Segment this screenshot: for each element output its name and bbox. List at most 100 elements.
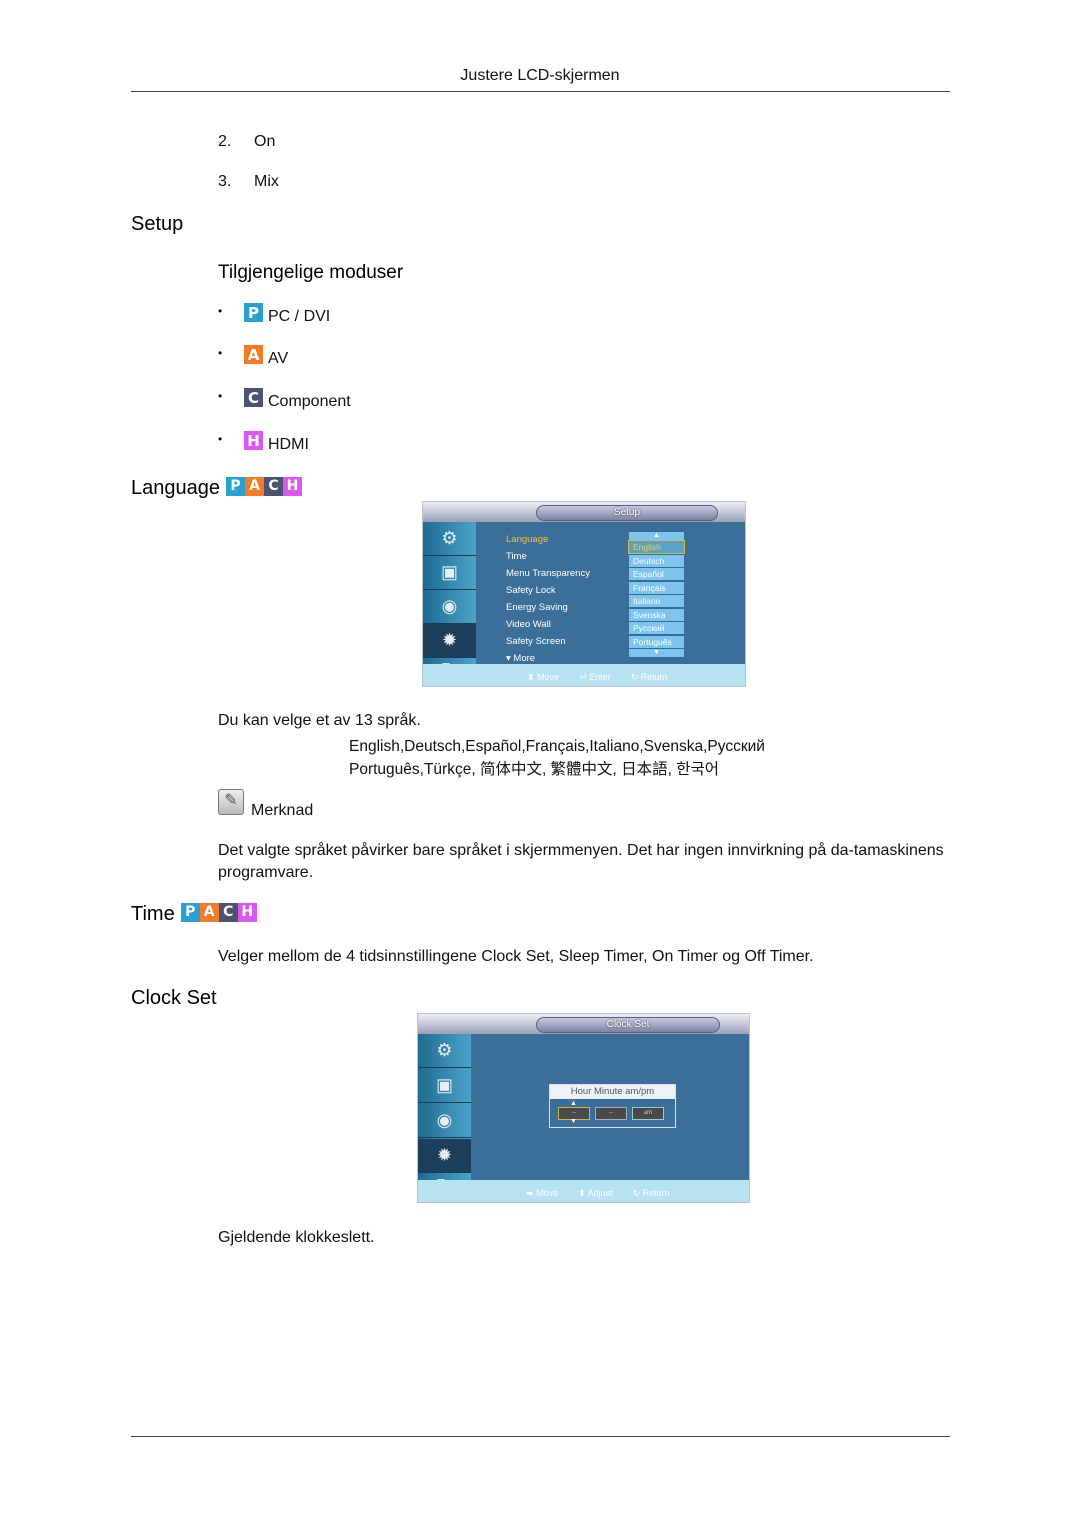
hdmi-mode-icon: H: [244, 431, 263, 450]
setup-gear-icon: ✹: [423, 624, 476, 658]
page-header-title: Justere LCD-skjermen: [460, 67, 620, 84]
input-icon: ⚙: [418, 1034, 471, 1068]
language-option: Español: [629, 568, 684, 580]
sound-icon: ◉: [423, 590, 476, 624]
footer-label: Move: [536, 1188, 559, 1198]
up-arrow-icon: ▲: [570, 1100, 577, 1107]
mode-label: HDMI: [268, 435, 309, 453]
footer-return: ↻ Return: [631, 672, 668, 683]
scroll-up-icon: ▲: [629, 531, 684, 540]
osd-menu-item: Energy Saving: [506, 602, 568, 613]
section-heading-time: Time P A C H: [131, 902, 257, 926]
footer-move: ⬌ Move: [526, 1188, 558, 1199]
up-down-arrow-icon: ⬍: [527, 672, 538, 682]
bullet: •: [218, 431, 223, 446]
osd-title: Clock Set: [536, 1017, 720, 1033]
p-badge-icon: P: [180, 902, 200, 922]
p-badge-icon: P: [225, 476, 245, 496]
osd-title: Setup: [536, 505, 718, 521]
up-down-arrow-icon: ⬍: [578, 1188, 588, 1198]
option-off-timer: Off Timer: [744, 948, 810, 965]
heading-text: Time: [131, 903, 175, 925]
item-number: 3.: [218, 173, 232, 190]
list-item: 2. On: [218, 133, 275, 151]
return-icon: ↻: [632, 1188, 643, 1198]
language-intro: Du kan velge et av 13 språk.: [218, 712, 421, 729]
language-option: Português: [629, 635, 684, 648]
subheading-modes: Tilgjengelige moduser: [218, 262, 404, 283]
clock-set-osd-screenshot: Clock Set ⚙ ▣ ◉ ✹ ▙ Hour Minute am/pm ▲ …: [417, 1013, 750, 1203]
option-clock-set: Clock Set: [481, 948, 550, 965]
footer-enter: ⏎ Enter: [579, 672, 611, 683]
mode-item: • P PC / DVI: [218, 303, 331, 326]
bullet: •: [218, 303, 223, 318]
note-label: Merknad: [251, 802, 314, 819]
setup-osd-screenshot: Setup ⚙ ▣ ◉ ✹ ▙ Language Time Menu Trans…: [422, 501, 746, 687]
c-badge-icon: C: [218, 902, 238, 922]
setup-gear-icon: ✹: [418, 1139, 471, 1173]
osd-footer-hints: ⬍ Move ⏎ Enter ↻ Return: [527, 672, 668, 683]
footer-adjust: ⬍ Adjust: [578, 1188, 613, 1199]
mode-label: Component: [268, 392, 351, 410]
language-option: Français: [629, 581, 684, 594]
section-heading-language: Language P A C H: [131, 476, 302, 500]
av-mode-icon: A: [244, 345, 263, 364]
clock-fields-header: Hour Minute am/pm: [550, 1085, 675, 1099]
mode-label: PC / DVI: [268, 307, 331, 325]
pach-badges: PACH: [225, 476, 302, 496]
footer-label: Return: [640, 672, 668, 682]
clock-fields-box: Hour Minute am/pm ▲ -- -- am ▼: [549, 1084, 676, 1128]
scroll-down-icon: ▼: [629, 649, 684, 657]
note-text: Det valgte språket påvirker bare språket…: [218, 842, 944, 881]
list-item: 3. Mix: [218, 173, 279, 191]
osd-footer-hints: ⬌ Move ⬍ Adjust ↻ Return: [526, 1188, 670, 1199]
languages-line-2: Português,Türkçe, 简体中文, 繁體中文, 日本語, 한국어: [349, 761, 720, 778]
mode-item: • A AV: [218, 345, 288, 368]
h-badge-icon: H: [237, 902, 257, 922]
language-option: Deutsch: [629, 554, 684, 567]
languages-line-1: English,Deutsch,Español,Français,Italian…: [349, 738, 765, 755]
a-badge-icon: A: [199, 902, 219, 922]
header-rule: [131, 91, 950, 92]
option-sleep-timer: Sleep Timer: [558, 948, 644, 965]
osd-menu-item: Menu Transparency: [506, 568, 590, 579]
item-label: Mix: [254, 173, 279, 190]
language-option: Italiano: [629, 595, 684, 607]
footer-label: Return: [642, 1188, 670, 1198]
item-number: 2.: [218, 133, 232, 150]
footer-label: Move: [537, 672, 560, 682]
osd-menu-item: Safety Screen: [506, 636, 566, 647]
footer-move: ⬍ Move: [527, 672, 559, 683]
text: .: [809, 948, 814, 965]
more-label: More: [513, 653, 536, 664]
item-label: On: [254, 133, 276, 150]
osd-sidebar: ⚙ ▣ ◉ ✹ ▙: [423, 522, 476, 684]
osd-sidebar: ⚙ ▣ ◉ ✹ ▙: [418, 1034, 471, 1200]
option-on-timer: On Timer: [652, 948, 718, 965]
input-icon: ⚙: [423, 522, 476, 556]
left-right-arrow-icon: ⬌: [526, 1188, 537, 1198]
osd-menu-item: Safety Lock: [506, 585, 556, 596]
language-option: Svenska: [629, 608, 684, 621]
bullet: •: [218, 388, 223, 403]
footer-label: Enter: [589, 672, 611, 682]
text: Velger mellom de 4 tidsinnstillingene: [218, 948, 482, 965]
return-icon: ↻: [630, 672, 641, 682]
pc-mode-icon: P: [244, 303, 263, 322]
component-mode-icon: C: [244, 388, 263, 407]
osd-language-dropdown: ▲ English Deutsch Español Français Itali…: [628, 530, 685, 659]
h-badge-icon: H: [282, 476, 302, 496]
clock-set-caption: Gjeldende klokkeslett.: [218, 1229, 375, 1246]
section-heading-clock-set: Clock Set: [131, 987, 217, 1009]
text: ,: [549, 948, 559, 965]
minute-field: --: [595, 1107, 627, 1120]
pach-badges: PACH: [180, 902, 257, 922]
picture-icon: ▣: [418, 1069, 471, 1103]
a-badge-icon: A: [244, 476, 264, 496]
heading-text: Language: [131, 477, 220, 499]
text: og: [717, 948, 745, 965]
text: ,: [643, 948, 652, 965]
ampm-field: am: [632, 1107, 664, 1120]
footer-return: ↻ Return: [633, 1188, 670, 1199]
down-arrow-icon: ▼: [570, 1118, 577, 1125]
